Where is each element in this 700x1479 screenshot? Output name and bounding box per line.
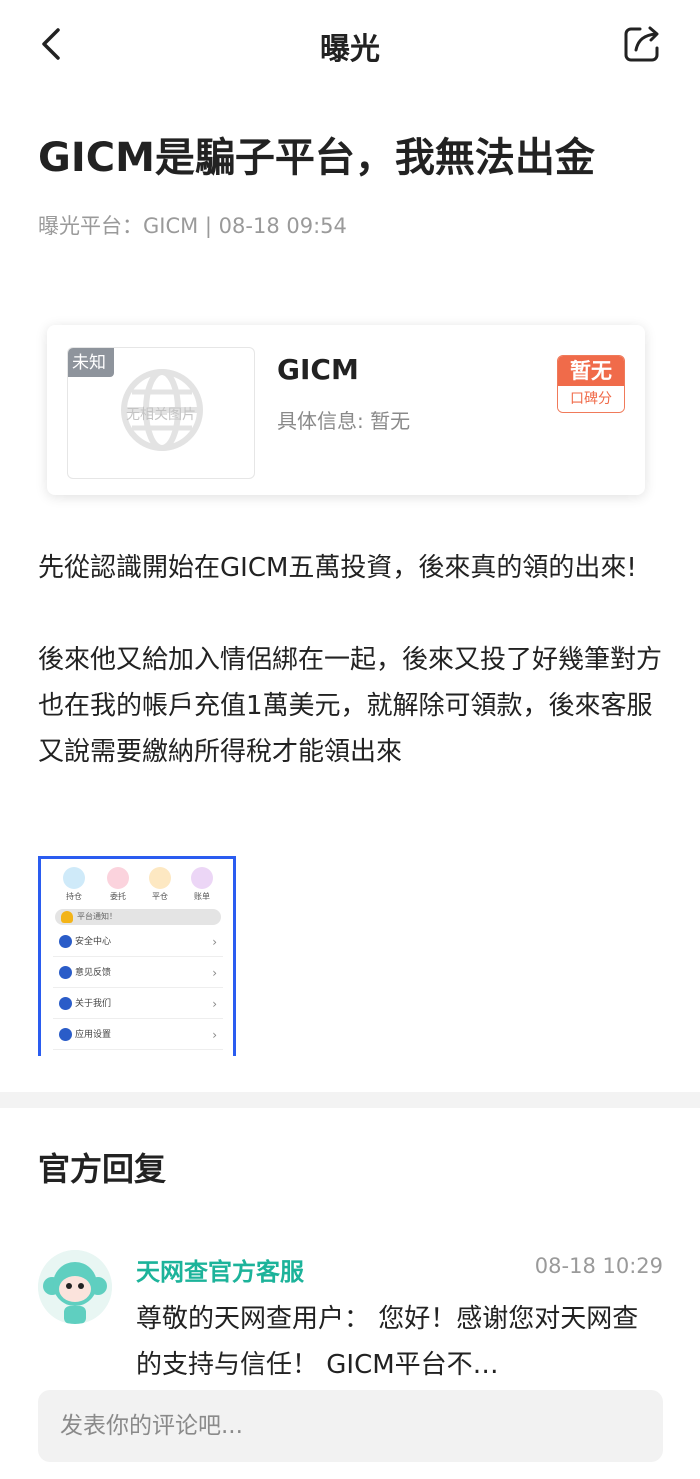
body-paragraph: 後來他又給加入情侶綁在一起，後來又投了好幾筆對方也在我的帳戶充值1萬美元，就解除… <box>38 645 663 767</box>
screenshot-icon-item: 持仓 <box>59 867 89 902</box>
pen-icon <box>59 966 72 979</box>
screenshot-row: 意见反馈 › <box>53 958 223 988</box>
screenshot-row: 关于我们 › <box>53 989 223 1019</box>
close-position-icon <box>149 867 171 889</box>
screenshot-icon-item: 平仓 <box>145 867 175 902</box>
section-divider <box>0 1092 700 1108</box>
shield-icon <box>59 935 72 948</box>
heart-icon <box>107 867 129 889</box>
gear-icon <box>59 1028 72 1041</box>
screenshot-icon-item: 委托 <box>103 867 133 902</box>
reply-author: 天网查官方客服 <box>136 1258 304 1286</box>
article-title: GICM是騙子平台，我無法出金 <box>38 135 595 181</box>
body-paragraph: 先從認識開始在GICM五萬投資，後來真的領的出來! <box>38 553 637 583</box>
reply-time: 08-18 10:29 <box>534 1254 663 1278</box>
reply-text: 尊敬的天网查用户： 您好！感谢您对天网查的支持与信任！ GICM平台不… <box>136 1304 639 1380</box>
page-title: 曝光 <box>320 32 380 67</box>
screenshot-icon-item: 账单 <box>187 867 217 902</box>
rating-label: 口碑分 <box>558 386 624 412</box>
article-body: 先從認識開始在GICM五萬投資，後來真的領的出來! 後來他又給加入情侶綁在一起，… <box>38 545 663 821</box>
rating-badge: 暂无 口碑分 <box>557 355 625 413</box>
info-icon <box>59 997 72 1010</box>
screenshot-row: 应用设置 › <box>53 1020 223 1050</box>
screenshot-notice: 平台通知！ <box>55 909 221 925</box>
no-image-text: 无相关图片 <box>126 407 196 423</box>
platform-thumbnail: 无相关图片 未知 <box>67 347 255 479</box>
official-reply[interactable]: 天网查官方客服 08-18 10:29 尊敬的天网查用户： 您好！感谢您对天网查… <box>38 1250 663 1380</box>
position-icon <box>63 867 85 889</box>
share-icon[interactable] <box>620 22 664 66</box>
monkey-avatar-icon <box>38 1250 112 1324</box>
bell-icon <box>61 911 73 923</box>
top-nav-bar: 曝光 <box>0 0 700 92</box>
bill-icon <box>191 867 213 889</box>
article-meta: 曝光平台：GICM | 08-18 09:54 <box>38 214 347 238</box>
evidence-screenshot[interactable]: 持仓 委托 平仓 账单 平台通知！ 安全中心 › 意见反馈 › 关于我们 › 应用设置… <box>38 856 236 1056</box>
rating-value: 暂无 <box>558 356 624 386</box>
platform-name: GICM <box>277 353 359 386</box>
avatar[interactable] <box>38 1250 112 1324</box>
platform-info: 具体信息: 暂无 <box>277 409 411 433</box>
comment-input[interactable]: 发表你的评论吧... <box>38 1390 663 1462</box>
official-reply-heading: 官方回复 <box>38 1150 167 1188</box>
status-tag: 未知 <box>68 348 114 377</box>
screenshot-row: 安全中心 › <box>53 927 223 957</box>
screenshot-icon-row: 持仓 委托 平仓 账单 <box>41 867 233 909</box>
platform-card[interactable]: 无相关图片 未知 GICM 具体信息: 暂无 暂无 口碑分 <box>47 325 645 495</box>
